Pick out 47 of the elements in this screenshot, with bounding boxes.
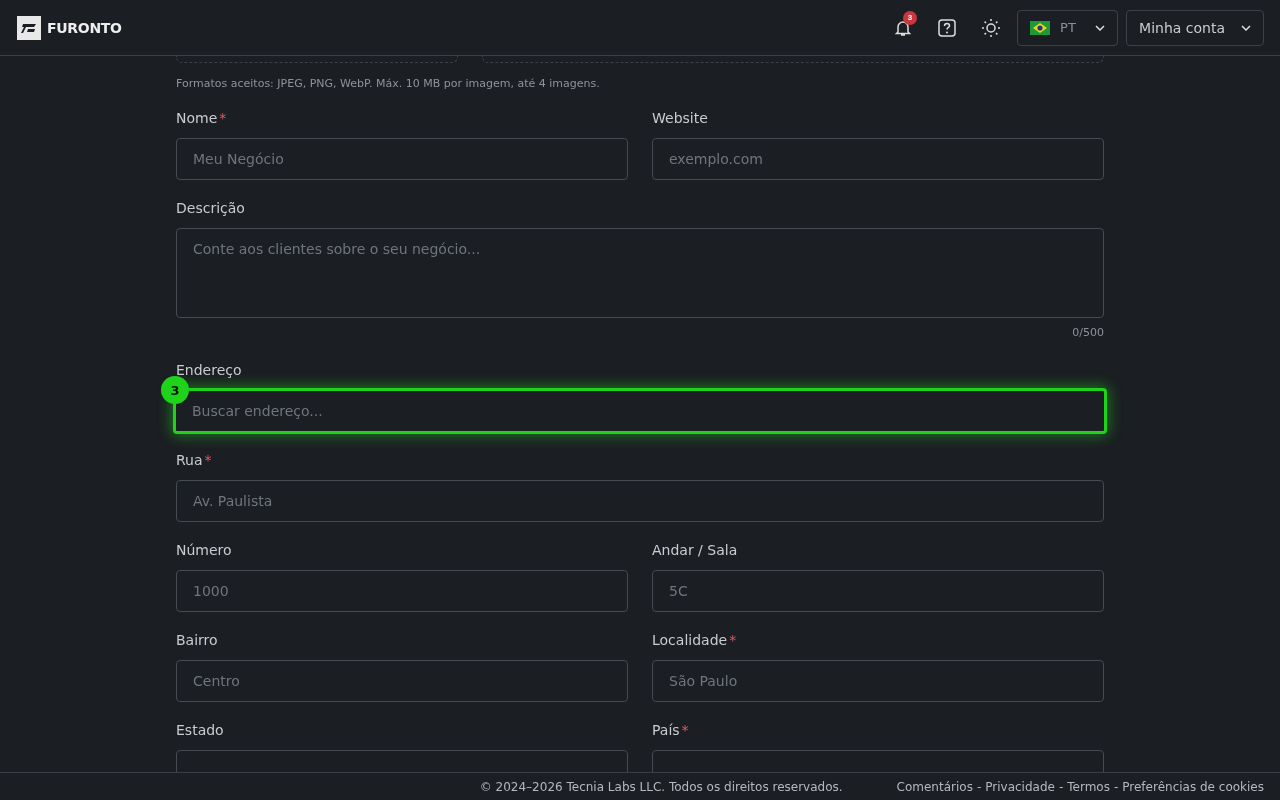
field-label: Estado: [176, 722, 224, 738]
description-field[interactable]: Conte aos clientes sobre o seu negócio...: [176, 228, 1104, 318]
required-asterisk: *: [204, 452, 212, 468]
field-label: Descrição: [176, 200, 245, 216]
account-menu-button[interactable]: Minha conta: [1126, 9, 1264, 46]
input-field[interactable]: 5C: [652, 570, 1104, 612]
field-label: Nome: [176, 110, 218, 126]
required-asterisk: *: [219, 110, 227, 126]
notifications-button[interactable]: 3: [885, 9, 922, 46]
link-separator: -: [1113, 779, 1119, 794]
field-label: Número: [176, 542, 232, 558]
field-label: Rua: [176, 452, 203, 468]
copyright-text: © 2024–2026 Tecnia Labs LLC. Todos os direitos reservados.: [479, 779, 843, 794]
required-asterisk: *: [681, 722, 689, 738]
character-counter: 0/500: [1072, 326, 1104, 339]
flag-icon: [1030, 20, 1051, 35]
chevron-down-icon: [1095, 24, 1106, 31]
input-field[interactable]: Av. Paulista: [176, 480, 1104, 522]
field-label: Endereço: [176, 362, 242, 378]
input-field[interactable]: Meu Negócio: [176, 138, 628, 180]
brand-name: FURONTO: [47, 19, 122, 36]
link-separator: -: [1058, 779, 1064, 794]
image-dropzone[interactable]: [176, 56, 458, 63]
field-label: Localidade: [652, 632, 728, 648]
notification-count: 3: [903, 10, 918, 25]
logo-icon: [17, 15, 41, 40]
required-asterisk: *: [729, 632, 737, 648]
footer-link[interactable]: Comentários: [896, 779, 973, 794]
image-dropzone[interactable]: [482, 56, 1104, 63]
footer-link[interactable]: Preferências de cookies: [1122, 779, 1264, 794]
footer-link[interactable]: Privacidade: [985, 779, 1055, 794]
field-label: Andar / Sala: [652, 542, 738, 558]
field-label: Bairro: [176, 632, 218, 648]
sun-icon: [981, 17, 1002, 38]
language-selector[interactable]: PT: [1017, 9, 1119, 46]
step-badge: 3: [161, 376, 189, 404]
chevron-down-icon: [1241, 24, 1251, 31]
input-field[interactable]: exemplo.com: [652, 138, 1104, 180]
footer-link[interactable]: Termos: [1067, 779, 1110, 794]
input-field[interactable]: 1000: [176, 570, 628, 612]
field-label: País: [652, 722, 680, 738]
upload-hint: Formatos aceitos: JPEG, PNG, WebP. Máx. 10 MB por imagem, até 4 imagens.: [176, 77, 601, 90]
field-label: Website: [652, 110, 708, 126]
input-field[interactable]: Centro: [176, 660, 628, 702]
input-field[interactable]: São Paulo: [652, 660, 1104, 702]
help-icon: [937, 17, 958, 38]
link-separator: -: [976, 779, 982, 794]
